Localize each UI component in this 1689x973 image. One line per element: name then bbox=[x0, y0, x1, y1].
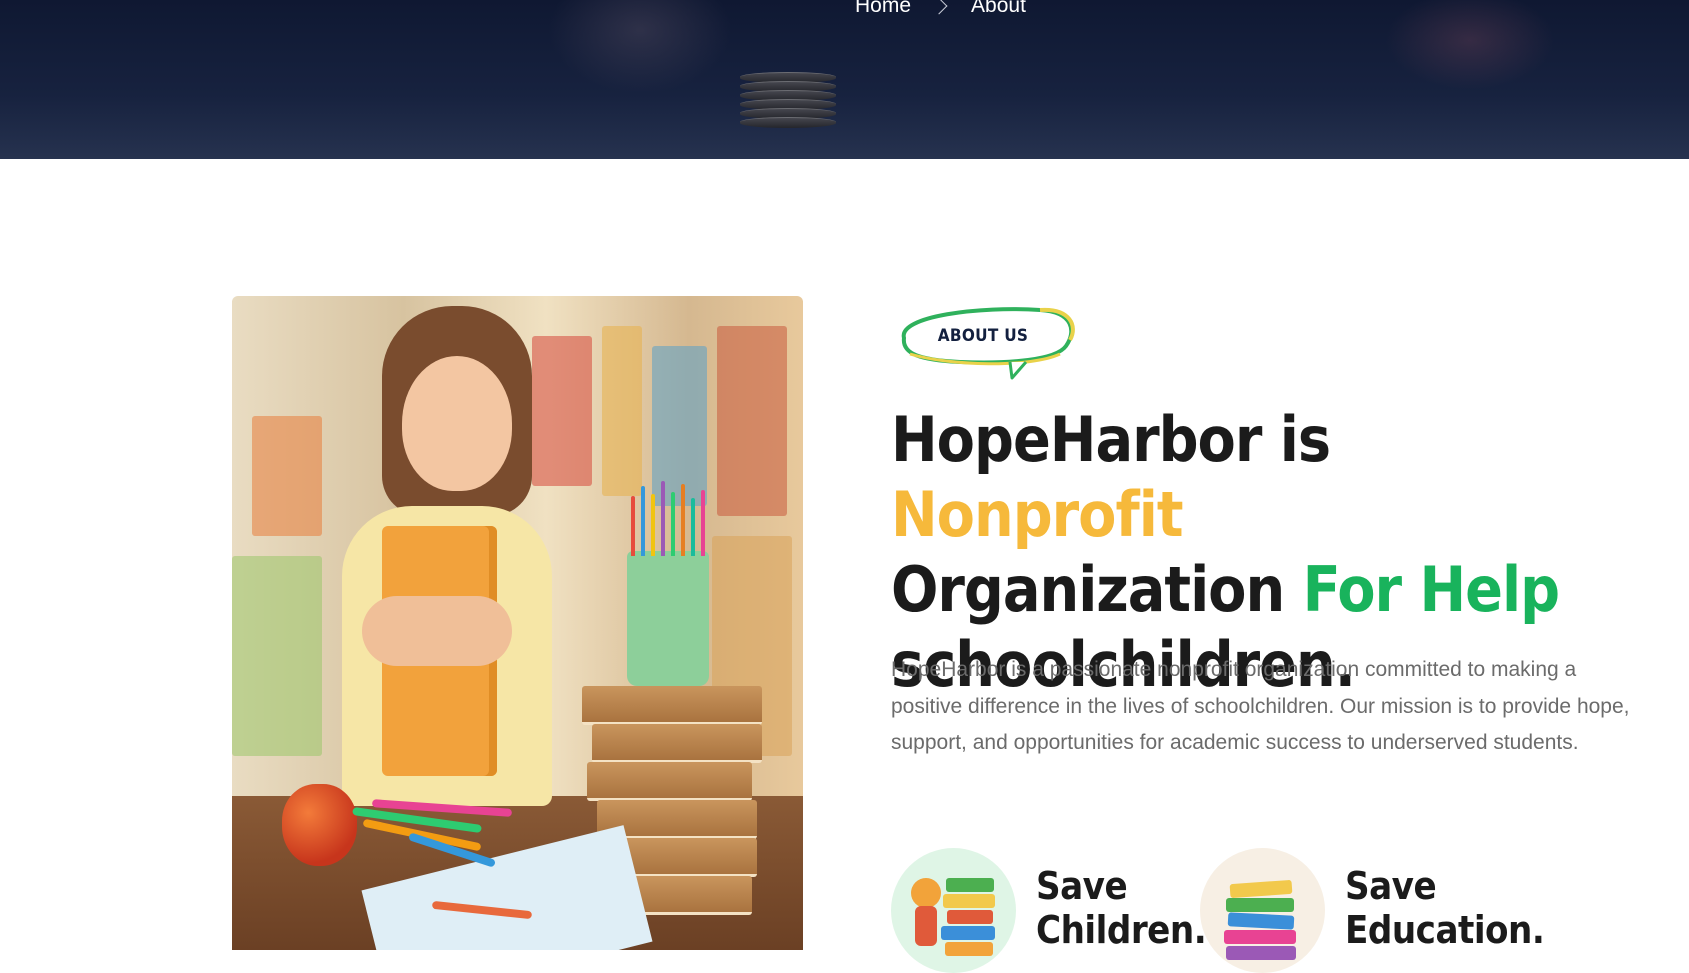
feature-save-education: Save Education. bbox=[1200, 848, 1545, 973]
headline-part2: Organization bbox=[891, 553, 1303, 626]
headline-highlight-nonprofit: Nonprofit bbox=[891, 478, 1184, 551]
about-description: HopeHarbor is a passionate nonprofit org… bbox=[891, 658, 1630, 754]
headline-part1: HopeHarbor is bbox=[891, 403, 1331, 476]
about-us-badge-label: ABOUT US bbox=[937, 326, 1029, 346]
feature-title-save-education: Save Education. bbox=[1345, 864, 1545, 952]
books-stack-icon bbox=[1200, 848, 1325, 973]
feature-title-save-children: Save Children. bbox=[1036, 864, 1207, 952]
headline-highlight-for-help: For Help bbox=[1302, 553, 1560, 626]
page-hero-banner: Home About bbox=[0, 0, 1689, 159]
feature-save-children: Save Children. bbox=[891, 848, 1207, 973]
breadcrumb-home-link[interactable]: Home bbox=[855, 0, 911, 18]
about-photo-girl-with-books bbox=[232, 296, 803, 950]
chevron-right-icon bbox=[930, 0, 948, 15]
breadcrumb-current: About bbox=[971, 0, 1026, 17]
breadcrumb: Home About bbox=[855, 0, 1026, 18]
about-us-badge: ABOUT US bbox=[890, 302, 1076, 380]
child-books-icon bbox=[891, 848, 1016, 973]
